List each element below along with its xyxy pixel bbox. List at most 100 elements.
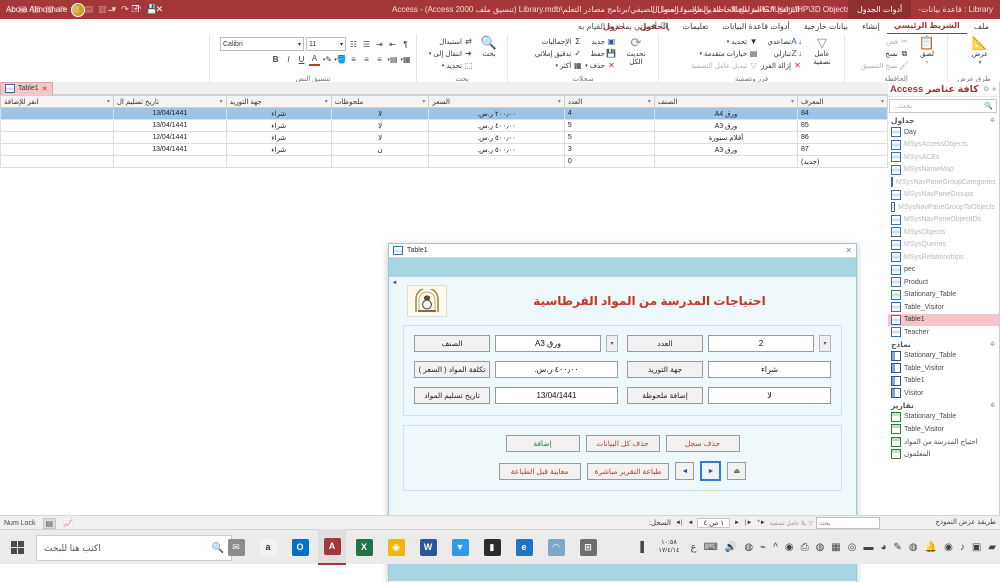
tell-me-box[interactable]: 🔍 أخبرني بما تريد القيام به [578, 19, 670, 34]
more-button[interactable]: ▦ أكثر ▾ [535, 60, 583, 71]
nav-item-MSysRelationships[interactable]: MSysRelationships [887, 251, 999, 264]
cell-id[interactable]: 85 [797, 119, 888, 132]
goto-button[interactable]: ➜ انتقال إلى ▾ [429, 48, 473, 59]
window-icon[interactable]: ▣ [972, 542, 981, 553]
language-icon[interactable]: ع [691, 542, 697, 553]
cell-id[interactable]: 87 [797, 143, 888, 156]
field-item-input[interactable]: ورق A3 [495, 335, 601, 352]
nav-next-button[interactable]: ► [733, 520, 741, 526]
cell-date[interactable] [112, 155, 227, 168]
cell-count[interactable]: 0 [563, 155, 655, 168]
nav-item-MSysNavPaneGroups[interactable]: MSysNavPaneGroups [887, 189, 999, 202]
nav-new-button[interactable]: ►* [756, 520, 766, 526]
ribbon-tab-5[interactable]: تعليمات [676, 19, 716, 34]
nav-item-Table1[interactable]: Table1 [887, 375, 999, 388]
cell-supplier[interactable] [225, 155, 332, 168]
redo-icon[interactable]: ↷ [121, 4, 129, 15]
undo-icon[interactable]: ↶ [134, 4, 142, 15]
cell-add[interactable] [0, 131, 114, 144]
numbering-icon[interactable]: ☷ [348, 39, 359, 50]
column-header-5[interactable]: ▾ جهة التوريد [225, 95, 332, 108]
nav-item-Stationary_Table[interactable]: Stationary_Table [887, 411, 999, 424]
nav-item-Day[interactable]: Day [887, 126, 999, 139]
cell-id[interactable]: 86 [797, 131, 888, 144]
column-header-4[interactable]: ▾ ملحوظات [330, 95, 430, 108]
task-view-taskbar-button[interactable]: ⊞ [574, 530, 602, 564]
column-header-6[interactable]: ▾ تاريخ تسليم ال [112, 95, 227, 108]
ribbon-tab-0[interactable]: ملف [967, 19, 996, 34]
nav-item-MSysObjects[interactable]: MSysObjects [887, 226, 999, 239]
battery-icon[interactable]: ◍ [744, 542, 753, 553]
next-record-button[interactable]: ► [700, 461, 722, 481]
cell-add[interactable] [0, 155, 114, 168]
advanced-button[interactable]: ▤ خيارات متقدمة ▾ [691, 48, 758, 59]
nav-last-button[interactable]: ►| [744, 520, 754, 526]
tool-icon[interactable]: ✎ [894, 542, 902, 553]
word-taskbar-button[interactable]: W [414, 530, 442, 564]
cell-supplier[interactable]: شراء [225, 107, 332, 120]
cell-price[interactable]: ٥٠٠٫٠٠ ر.س. [428, 131, 565, 144]
totals-button[interactable]: Σ الإجماليات [535, 36, 583, 47]
cell-price[interactable]: ٥٠٠٫٠٠ ر.س. [428, 143, 565, 156]
selection-button[interactable]: ▼ تحديد ▾ [691, 36, 758, 47]
field-item-dropdown-icon[interactable]: ▾ [606, 335, 618, 352]
book-icon[interactable]: ▬ [863, 542, 873, 553]
nav-item-Visitor[interactable]: Visitor [887, 387, 999, 400]
sort-ascending-button[interactable]: ↓Ａ تصاعدي [761, 36, 802, 47]
taskbar-clock[interactable]: ١٠:٥٨ ١٧/٤/١٤ [658, 539, 679, 555]
field-count-dropdown-icon[interactable]: ▾ [819, 335, 831, 352]
excel-taskbar-button[interactable]: X [350, 530, 378, 564]
internet-icon[interactable]: ◕ [880, 542, 886, 553]
table-row[interactable]: (جديد) 0 [0, 155, 888, 168]
nav-prev-button[interactable]: ◄ [687, 520, 695, 526]
cell-item[interactable] [653, 155, 799, 168]
field-count-input[interactable]: 2 [708, 335, 814, 352]
column-header-0[interactable]: ▾ المعرف [797, 95, 888, 108]
ribbon-tab-4[interactable]: أدوات قاعدة البيانات [715, 19, 796, 34]
stop-icon[interactable]: ▣ [18, 4, 27, 15]
cell-date[interactable]: 13/04/1441 [112, 107, 227, 120]
navigation-group-header[interactable]: ✲ تقارير [887, 399, 999, 411]
save-record-button[interactable]: 💾 حفظ [585, 48, 616, 59]
nav-item-Stationary_Table[interactable]: Stationary_Table [887, 350, 999, 363]
navigation-search-box[interactable]: 🔍 بحث... [889, 99, 997, 113]
record-search-input[interactable]: بحث [816, 517, 880, 529]
cell-count[interactable]: 5 [563, 119, 655, 132]
sound-icon[interactable]: ♪ [960, 542, 965, 553]
font-size-combo[interactable]: ▾ 11 [306, 37, 346, 51]
keyboard-icon[interactable]: ⌨ [703, 542, 717, 553]
mail-taskbar-button[interactable]: ✉ [222, 530, 250, 564]
toggle-filter-button[interactable]: ▽ تبديل عامل التصفية [691, 60, 758, 71]
cell-notes[interactable]: ن [330, 143, 430, 156]
shield-icon[interactable]: ◎ [848, 542, 857, 553]
cell-supplier[interactable]: شراء [225, 131, 332, 144]
cell-notes[interactable]: لا [330, 107, 430, 120]
underline-icon[interactable]: U [296, 54, 307, 65]
cell-id[interactable]: 84 [797, 107, 888, 120]
format-painter-button[interactable]: 🖌 نسخ التنسيق [861, 60, 909, 71]
table-row[interactable]: 87 ورق A3 3 ٥٠٠٫٠٠ ر.س. ن شراء 13/04/1441 [0, 143, 888, 156]
align-left-icon[interactable]: ≡ [374, 54, 385, 65]
decrease-indent-icon[interactable]: ⇤ [387, 39, 398, 50]
notification-bell-icon[interactable]: 🔔 [925, 542, 937, 553]
nav-item-MSysQueries[interactable]: MSysQueries [887, 239, 999, 252]
cell-price[interactable]: ٢٠٠٫٠٠ ر.س. [428, 107, 565, 120]
field-supplier-input[interactable]: شراء [708, 361, 831, 378]
table-row[interactable]: 86 أقلام سبورة 5 ٥٠٠٫٠٠ ر.س. لا شراء 12/04/144… [0, 131, 888, 144]
find-button[interactable]: 🔍 بحث [476, 35, 502, 58]
paste-button[interactable]: 📋 لصق ▾ [912, 35, 942, 66]
print-direct-button[interactable]: طباعة التقرير مباشرة [586, 462, 670, 480]
compact-icon[interactable]: ▩ [71, 4, 80, 15]
printer-icon[interactable]: ⎙ [801, 542, 809, 553]
nav-item-Table1[interactable]: Table1 [887, 313, 999, 326]
notepad-taskbar-button[interactable]: a [254, 530, 282, 564]
cell-count[interactable]: 3 [563, 143, 655, 156]
cell-supplier[interactable]: شراء [225, 119, 332, 132]
export-icon[interactable]: ▨ [32, 4, 41, 15]
cell-count[interactable]: 5 [563, 131, 655, 144]
spelling-button[interactable]: ✓ تدقيق إملائي [535, 48, 583, 59]
fill-color-icon[interactable]: 🪣 ▾ [334, 54, 346, 65]
add-record-button[interactable]: إضافة [505, 435, 580, 452]
document-tab-table1[interactable]: ✕ Table1 [0, 81, 53, 95]
form-view-icon[interactable]: 📈 [63, 519, 73, 528]
